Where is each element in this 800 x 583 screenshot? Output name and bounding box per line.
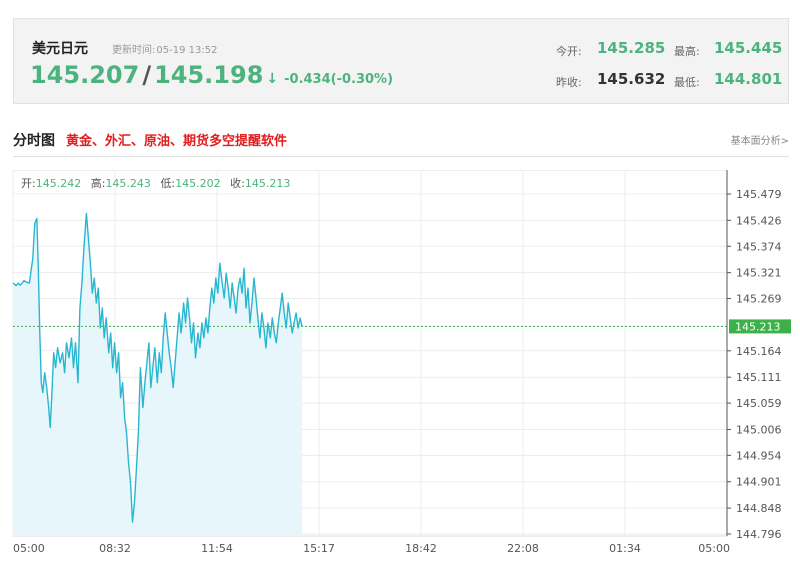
y-tick-label: 144.848 xyxy=(736,502,782,515)
x-axis-labels: 05:00 08:32 11:54 15:17 18:42 22:08 01:34 05:00 xyxy=(13,542,730,555)
ohlc-readout: 开:145.242 高:145.243 低:145.202 收:145.213 xyxy=(21,176,290,190)
pair-name: 美元日元 xyxy=(32,41,88,57)
x-tick-label: 05:00 xyxy=(13,542,45,555)
down-arrow-icon: ↓ xyxy=(266,71,279,87)
y-tick-label: 145.269 xyxy=(736,293,782,306)
high-label: 最高: xyxy=(674,45,700,58)
price-row: 145.207/145.198 ↓ -0.434(-0.30%) xyxy=(30,61,393,89)
section-header: 分时图 黄金、外汇、原油、期货多空提醒软件 基本面分析> xyxy=(13,128,789,157)
y-axis-labels: 145.479 145.426 145.374 145.321 145.269 145.1… xyxy=(727,188,782,541)
y-tick-label: 145.479 xyxy=(736,188,782,201)
update-time: 更新时间:05-19 13:52 xyxy=(112,45,218,56)
y-tick-label: 144.796 xyxy=(736,528,782,541)
x-tick-label: 05:00 xyxy=(698,542,730,555)
reference-label: 145.213 xyxy=(735,320,781,333)
quote-panel: 美元日元 更新时间:05-19 13:52 145.207/145.198 ↓ -0… xyxy=(13,18,789,104)
x-tick-label: 15:17 xyxy=(303,542,335,555)
y-tick-label: 145.006 xyxy=(736,423,782,436)
intraday-chart[interactable]: 145.479 145.426 145.374 145.321 145.269 145.1… xyxy=(0,170,800,583)
open-value: 145.285 xyxy=(597,39,666,57)
promo-link[interactable]: 黄金、外汇、原油、期货多空提醒软件 xyxy=(66,130,287,149)
y-tick-label: 144.901 xyxy=(736,476,782,489)
open-label: 今开: xyxy=(556,45,582,58)
x-tick-label: 08:32 xyxy=(99,542,131,555)
y-tick-label: 144.954 xyxy=(736,449,782,462)
y-tick-label: 145.059 xyxy=(736,397,782,410)
low-value: 144.801 xyxy=(714,70,783,88)
y-tick-label: 145.164 xyxy=(736,345,782,358)
y-tick-label: 145.321 xyxy=(736,267,782,280)
prev-close-label: 昨收: xyxy=(556,76,582,89)
y-tick-label: 145.426 xyxy=(736,214,782,227)
ask-price: 145.198 xyxy=(154,61,264,89)
price-separator: / xyxy=(142,61,152,89)
bid-price: 145.207 xyxy=(30,61,140,89)
x-tick-label: 22:08 xyxy=(507,542,539,555)
y-tick-label: 145.374 xyxy=(736,240,782,253)
x-tick-label: 01:34 xyxy=(609,542,641,555)
y-tick-label: 145.111 xyxy=(736,371,782,384)
x-tick-label: 18:42 xyxy=(405,542,437,555)
x-tick-label: 11:54 xyxy=(201,542,233,555)
low-label: 最低: xyxy=(674,76,700,89)
fundamental-analysis-link[interactable]: 基本面分析> xyxy=(731,132,789,147)
price-change: -0.434(-0.30%) xyxy=(284,72,394,87)
prev-close-value: 145.632 xyxy=(597,70,666,88)
intraday-title[interactable]: 分时图 xyxy=(13,130,55,150)
high-value: 145.445 xyxy=(714,39,783,57)
